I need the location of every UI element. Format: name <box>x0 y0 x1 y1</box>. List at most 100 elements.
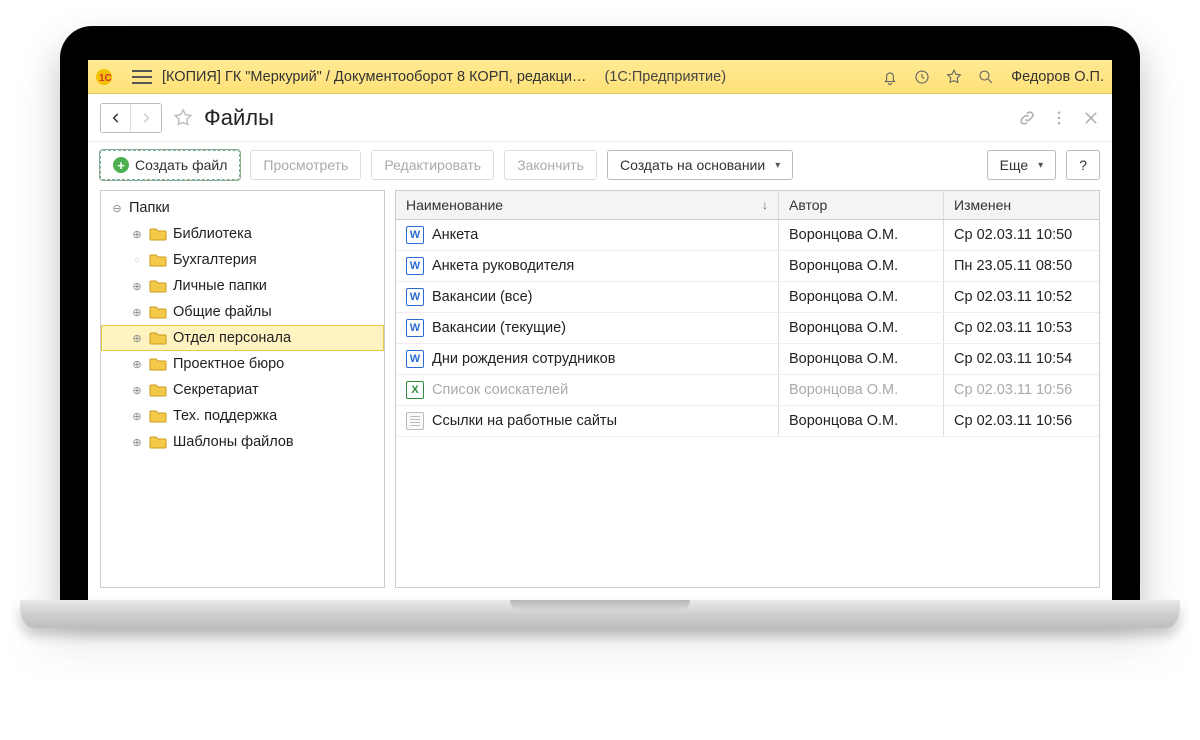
tree-item-label: Отдел персонала <box>173 330 291 346</box>
file-name: Вакансии (все) <box>432 289 532 305</box>
favorite-page-icon[interactable] <box>172 107 194 129</box>
column-modified[interactable]: Изменен <box>944 191 1099 219</box>
page-header: Файлы <box>88 94 1112 142</box>
svg-text:1C: 1C <box>99 73 112 84</box>
tree-item[interactable]: Проектное бюро <box>101 351 384 377</box>
expand-icon[interactable] <box>131 228 143 240</box>
screen-frame: 1C [КОПИЯ] ГК "Меркурий" / Документообор… <box>60 26 1140 600</box>
excel-icon: X <box>406 381 424 399</box>
toolbar: Создать файл Просмотреть Редактировать З… <box>88 142 1112 190</box>
expand-icon[interactable] <box>131 410 143 422</box>
create-file-button[interactable]: Создать файл <box>100 150 240 180</box>
folder-icon <box>149 331 167 345</box>
tree-item-label: Бухгалтерия <box>173 252 257 268</box>
star-icon[interactable] <box>943 66 965 88</box>
folder-icon <box>149 383 167 397</box>
sort-asc-icon: ↓ <box>762 198 768 212</box>
word-icon: W <box>406 257 424 275</box>
nav-forward-button[interactable] <box>131 104 161 132</box>
file-author: Воронцова О.М. <box>789 227 898 243</box>
search-icon[interactable] <box>975 66 997 88</box>
expand-icon[interactable] <box>131 436 143 448</box>
tree-item[interactable]: Шаблоны файлов <box>101 429 384 455</box>
tree-item[interactable]: Общие файлы <box>101 299 384 325</box>
more-button[interactable]: Еще ▾ <box>987 150 1057 180</box>
file-row[interactable]: X Список соискателей Воронцова О.М. Ср 02.0… <box>396 375 1099 406</box>
word-icon: W <box>406 288 424 306</box>
titlebar: 1C [КОПИЯ] ГК "Меркурий" / Документообор… <box>88 60 1112 94</box>
folder-icon <box>149 409 167 423</box>
file-author: Воронцова О.М. <box>789 351 898 367</box>
file-modified: Ср 02.03.11 10:56 <box>954 382 1072 398</box>
nav-back-button[interactable] <box>101 104 131 132</box>
no-children-icon[interactable] <box>131 254 143 266</box>
file-name: Ссылки на работные сайты <box>432 413 617 429</box>
file-name: Список соискателей <box>432 382 568 398</box>
close-icon[interactable] <box>1082 109 1100 127</box>
folder-icon <box>149 227 167 241</box>
file-modified: Ср 02.03.11 10:54 <box>954 351 1072 367</box>
view-button[interactable]: Просмотреть <box>250 150 361 180</box>
tree-item[interactable]: Отдел персонала <box>101 325 384 351</box>
bell-icon[interactable] <box>879 66 901 88</box>
tree-item-label: Шаблоны файлов <box>173 434 294 450</box>
word-icon: W <box>406 319 424 337</box>
link-icon[interactable] <box>1018 109 1036 127</box>
column-name[interactable]: Наименование ↓ <box>396 191 779 219</box>
grid-body: WАнкетаВоронцова О.М.Ср 02.03.11 10:50WА… <box>396 220 1099 437</box>
create-file-label: Создать файл <box>135 157 227 173</box>
laptop-base <box>20 600 1180 628</box>
window-subtitle: (1С:Предприятие) <box>604 69 726 85</box>
file-author: Воронцова О.М. <box>789 413 898 429</box>
file-row[interactable]: WАнкетаВоронцова О.М.Ср 02.03.11 10:50 <box>396 220 1099 251</box>
file-modified: Ср 02.03.11 10:56 <box>954 413 1072 429</box>
kebab-menu-icon[interactable] <box>1050 109 1068 127</box>
file-row[interactable]: WДни рождения сотрудниковВоронцова О.М.С… <box>396 344 1099 375</box>
folder-tree: Папки БиблиотекаБухгалтерияЛичные папкиО… <box>101 191 384 459</box>
user-name[interactable]: Федоров О.П. <box>1011 69 1104 85</box>
tree-item[interactable]: Секретариат <box>101 377 384 403</box>
tree-item-label: Секретариат <box>173 382 259 398</box>
file-name: Дни рождения сотрудников <box>432 351 615 367</box>
text-file-icon <box>406 412 424 430</box>
tree-root-label: Папки <box>129 200 170 216</box>
logo-1c-icon: 1C <box>96 67 122 87</box>
finish-button[interactable]: Закончить <box>504 150 597 180</box>
file-row[interactable]: WАнкета руководителяВоронцова О.М.Пн 23.… <box>396 251 1099 282</box>
file-grid-panel: Наименование ↓ Автор Изменен WАнкетаВоро… <box>395 190 1100 588</box>
tree-item-label: Библиотека <box>173 226 252 242</box>
tree-item[interactable]: Тех. поддержка <box>101 403 384 429</box>
history-icon[interactable] <box>911 66 933 88</box>
folder-icon <box>149 279 167 293</box>
file-modified: Ср 02.03.11 10:50 <box>954 227 1072 243</box>
column-author[interactable]: Автор <box>779 191 944 219</box>
file-author: Воронцова О.М. <box>789 382 898 398</box>
tree-item[interactable]: Библиотека <box>101 221 384 247</box>
help-button[interactable]: ? <box>1066 150 1100 180</box>
file-author: Воронцова О.М. <box>789 289 898 305</box>
tree-item[interactable]: Личные папки <box>101 273 384 299</box>
main-menu-button[interactable] <box>132 70 152 84</box>
chevron-down-icon: ▾ <box>775 160 780 171</box>
folder-icon <box>149 253 167 267</box>
folder-icon <box>149 305 167 319</box>
file-row[interactable]: Ссылки на работные сайты Воронцова О.М. Ср… <box>396 406 1099 437</box>
tree-root[interactable]: Папки <box>101 195 384 221</box>
nav-arrows <box>100 103 162 133</box>
expand-icon[interactable] <box>131 384 143 396</box>
word-icon: W <box>406 226 424 244</box>
edit-button[interactable]: Редактировать <box>371 150 494 180</box>
plus-icon <box>113 157 129 173</box>
expand-icon[interactable] <box>131 280 143 292</box>
file-row[interactable]: WВакансии (все)Воронцова О.М.Ср 02.03.11… <box>396 282 1099 313</box>
expand-icon[interactable] <box>131 358 143 370</box>
tree-item[interactable]: Бухгалтерия <box>101 247 384 273</box>
file-row[interactable]: WВакансии (текущие)Воронцова О.М.Ср 02.0… <box>396 313 1099 344</box>
create-based-on-button[interactable]: Создать на основании ▾ <box>607 150 793 180</box>
folder-icon <box>149 357 167 371</box>
expand-icon[interactable] <box>131 306 143 318</box>
expand-icon[interactable] <box>131 332 143 344</box>
collapse-icon[interactable] <box>111 202 123 214</box>
chevron-down-icon: ▾ <box>1038 160 1043 171</box>
folder-icon <box>149 435 167 449</box>
